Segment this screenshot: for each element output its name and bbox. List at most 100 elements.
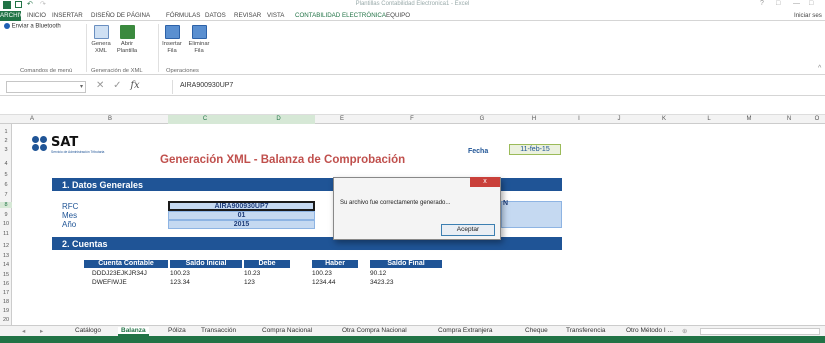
header-debe: Debe (244, 260, 290, 268)
row-header[interactable]: 15 (0, 272, 12, 278)
row-header[interactable]: 6 (0, 182, 12, 188)
table-cell[interactable]: 100.23 (170, 270, 190, 277)
row-header[interactable]: 7 (0, 192, 12, 198)
restore-ribbon-button[interactable]: □ (776, 0, 780, 7)
tab-diseno[interactable]: DISEÑO DE PÁGINA (91, 12, 150, 19)
table-cell[interactable]: 3423.23 (370, 279, 394, 286)
table-cell[interactable]: DWEFIWJE (92, 279, 127, 286)
column-header-f[interactable]: F (369, 116, 455, 122)
tab-contabilidad-electronica[interactable]: CONTABILIDAD ELECTRÓNICA (295, 12, 386, 19)
column-header-i[interactable]: I (559, 116, 599, 122)
sign-in-link[interactable]: Iniciar ses (794, 12, 822, 19)
name-box-dropdown-icon[interactable]: ▾ (80, 83, 83, 90)
function-icon[interactable]: fx (130, 80, 139, 91)
row-header[interactable]: 16 (0, 281, 12, 287)
bluetooth-button[interactable]: Enviar a Bluetooth (4, 23, 61, 30)
row-header[interactable]: 17 (0, 290, 12, 296)
row-header[interactable]: 3 (0, 147, 12, 153)
add-sheet-icon[interactable]: ⊕ (682, 327, 687, 335)
horizontal-scrollbar[interactable] (700, 328, 820, 335)
fecha-value[interactable]: 11-feb-15 (509, 144, 561, 155)
row-header[interactable]: 11 (0, 231, 12, 237)
column-header-a[interactable]: A (12, 116, 52, 122)
collapse-ribbon-icon[interactable]: ^ (818, 65, 821, 72)
eliminar-fila-button[interactable]: Eliminar Fila (186, 25, 212, 55)
help-button[interactable]: ? (760, 0, 764, 7)
row-header[interactable]: 9 (0, 212, 12, 218)
tab-vista[interactable]: VISTA (267, 12, 284, 19)
sheet-tab-transferencia[interactable]: Transferencia (566, 327, 606, 334)
table-cell[interactable]: 123.34 (170, 279, 190, 286)
row-header[interactable]: 14 (0, 262, 12, 268)
row-header[interactable]: 2 (0, 138, 12, 144)
sheet-nav-next-icon[interactable]: ▸ (40, 327, 43, 335)
tab-datos[interactable]: DATOS (205, 12, 226, 19)
sheet-tab-poliza[interactable]: Póliza (168, 327, 186, 334)
sat-logo-mark (32, 136, 52, 153)
row-header[interactable]: 1 (0, 129, 12, 135)
column-header-n[interactable]: N (769, 116, 809, 122)
tab-revisar[interactable]: REVISAR (234, 12, 261, 19)
table-cell[interactable]: DDDJ23EJKJR34J (92, 270, 147, 277)
insertar-fila-label: Insertar Fila (162, 41, 182, 54)
column-header-e[interactable]: E (315, 116, 369, 122)
table-cell[interactable]: 10.23 (244, 270, 260, 277)
sheet-tab-catalogo[interactable]: Catálogo (75, 327, 101, 334)
row-header[interactable]: 10 (0, 221, 12, 227)
sheet-tab-compra-extranjera[interactable]: Compra Extranjera (438, 327, 493, 334)
sheet-tab-bar: ◂ ▸ Catálogo Balanza Póliza Transacción … (0, 325, 825, 336)
sheet-tab-balanza[interactable]: Balanza (118, 327, 149, 336)
mes-cell[interactable]: 01 (168, 211, 315, 220)
sheet-tab-transaccion[interactable]: Transacción (201, 327, 236, 334)
abrir-plantilla-button[interactable]: Abrir Plantilla (114, 25, 140, 55)
genera-xml-button[interactable]: Genera XML (89, 25, 113, 55)
anio-cell[interactable]: 2015 (168, 220, 315, 229)
insertar-fila-button[interactable]: Insertar Fila (160, 25, 184, 55)
cancel-icon[interactable]: ✕ (96, 80, 104, 91)
column-header-h[interactable]: H (509, 116, 559, 122)
table-cell[interactable]: 123 (244, 279, 255, 286)
row-header[interactable]: 19 (0, 308, 12, 314)
formula-input[interactable]: AIRA900930UP7 (180, 82, 233, 89)
column-header-m[interactable]: M (729, 116, 769, 122)
row-header[interactable]: 4 (0, 161, 12, 167)
row-header[interactable]: 18 (0, 299, 12, 305)
table-cell[interactable]: 1234.44 (312, 279, 336, 286)
column-header-b[interactable]: B (52, 116, 168, 122)
tab-inicio[interactable]: INICIO (27, 12, 46, 19)
tab-insertar[interactable]: INSERTAR (52, 12, 83, 19)
row-header[interactable]: 13 (0, 253, 12, 259)
tab-equipo[interactable]: EQUIPO (386, 12, 410, 19)
column-header-c[interactable]: C (168, 115, 242, 124)
tab-formulas[interactable]: FÓRMULAS (166, 12, 200, 19)
column-header-d[interactable]: D (242, 115, 315, 124)
column-header-k[interactable]: K (639, 116, 689, 122)
row-header[interactable]: 8 (0, 202, 12, 208)
group-label-xml: Generación de XML (91, 68, 143, 74)
row-header[interactable]: 5 (0, 172, 12, 178)
column-header-l[interactable]: L (689, 116, 729, 122)
mes-label: Mes (62, 211, 78, 220)
column-header-g[interactable]: G (455, 116, 509, 122)
rfc-label: RFC (62, 202, 79, 211)
row-header[interactable]: 12 (0, 243, 12, 249)
name-box[interactable]: ▾ (6, 81, 86, 93)
row-header[interactable]: 20 (0, 317, 12, 323)
maximize-button[interactable]: □ (809, 0, 813, 7)
sheet-tab-compra-nacional[interactable]: Compra Nacional (262, 327, 312, 334)
column-header-o[interactable]: O (809, 116, 825, 122)
minimize-button[interactable]: — (793, 0, 800, 7)
table-cell[interactable]: 100.23 (312, 270, 332, 277)
group-label-operaciones: Operaciones (166, 68, 199, 74)
enter-icon[interactable]: ✓ (113, 80, 121, 91)
sheet-tab-otra-compra-nacional[interactable]: Otra Compra Nacional (342, 327, 407, 334)
dialog-ok-button[interactable]: Aceptar (441, 224, 495, 236)
tab-archivo[interactable]: ARCHIVO (0, 11, 28, 21)
sheet-nav-prev-icon[interactable]: ◂ (22, 327, 25, 335)
sheet-tab-cheque[interactable]: Cheque (525, 327, 548, 334)
dialog-close-button[interactable]: x (470, 177, 500, 187)
sheet-tab-otro-metodo[interactable]: Otro Método I ... (626, 327, 673, 334)
rfc-cell[interactable]: AIRA900930UP7 (168, 201, 315, 211)
table-cell[interactable]: 90.12 (370, 270, 386, 277)
column-header-j[interactable]: J (599, 116, 639, 122)
